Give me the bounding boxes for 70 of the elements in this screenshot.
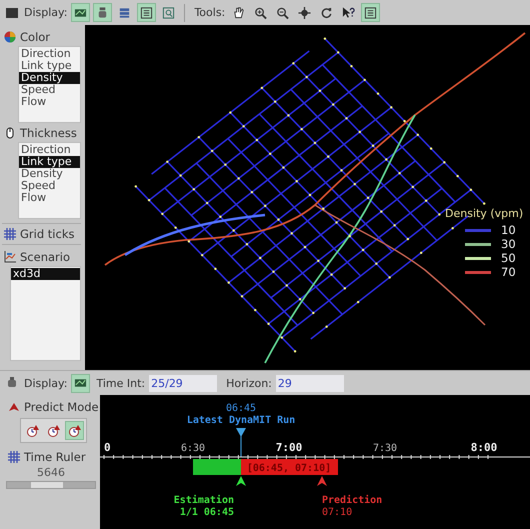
stack-icon — [118, 6, 132, 20]
triangle-icon — [8, 400, 20, 412]
list-option[interactable]: Density — [19, 168, 80, 180]
axis-tick-label: 0 — [104, 441, 111, 454]
rotate-icon — [320, 6, 334, 20]
crosshair-icon — [298, 6, 312, 20]
axis-tick-label: 7:30 — [372, 443, 398, 454]
list-option[interactable]: Direction — [19, 48, 80, 60]
map-button[interactable] — [71, 374, 90, 392]
zoom-window-icon — [162, 6, 176, 20]
grid-ticks-label[interactable]: Grid ticks — [20, 227, 74, 241]
help-pointer-icon — [342, 6, 356, 20]
list-option[interactable]: Speed — [19, 180, 80, 192]
time-ruler-title: Time Ruler — [24, 450, 86, 464]
axis-tick-label: 7:00 — [276, 441, 302, 454]
list-option[interactable]: Flow — [19, 192, 80, 204]
horizon-label: Horizon: — [226, 376, 272, 390]
latest-run-time: 06:45 — [226, 403, 256, 414]
map-button[interactable] — [71, 3, 90, 22]
list-button[interactable] — [137, 3, 156, 22]
display-label: Display: — [24, 376, 68, 390]
predict-mode-title: Predict Mode — [24, 400, 99, 414]
horizon-field[interactable]: 29 — [276, 374, 344, 392]
legend-title: Density (vpm) — [445, 207, 524, 220]
legend-label: 50 — [501, 252, 516, 264]
list-icon — [140, 6, 154, 20]
list-icon — [364, 6, 378, 20]
list-option[interactable]: Link type — [19, 60, 80, 72]
legend-label: 70 — [501, 266, 516, 278]
palette-icon — [4, 30, 16, 42]
predict-mode-button[interactable] — [65, 421, 84, 440]
list-option[interactable]: Direction — [19, 144, 80, 156]
grid-icon — [4, 228, 16, 240]
display-label: Display: — [24, 6, 68, 19]
tools-label: Tools: — [194, 6, 226, 19]
list-option[interactable]: Density — [19, 72, 80, 84]
axis-tick-label: 6:30 — [180, 443, 206, 454]
color-title: Color — [20, 30, 50, 44]
latest-run-label: Latest DynaMIT Run — [186, 415, 296, 426]
chart-icon — [4, 250, 16, 262]
estimation-label: Estimation — [174, 495, 234, 506]
legend-label: 30 — [501, 238, 516, 250]
list-option[interactable]: Flow — [19, 96, 80, 108]
estimation-bar — [193, 459, 241, 475]
list-option[interactable]: xd3d — [11, 268, 80, 280]
legend-label: 10 — [501, 224, 516, 236]
prediction-bar: [06:45, 07:10] — [241, 459, 338, 475]
time-int-field[interactable]: 25/29 — [149, 374, 218, 392]
mouse-icon — [4, 126, 16, 138]
scenario-title: Scenario — [20, 250, 70, 264]
time-ruler-slider[interactable] — [6, 481, 96, 489]
list-option[interactable]: Link type — [19, 156, 80, 168]
axis-tick-label: 8:00 — [470, 441, 498, 454]
zoom-in-icon — [254, 6, 268, 20]
time-int-label: Time Int: — [96, 376, 146, 390]
list-option[interactable]: Speed — [19, 84, 80, 96]
thickness-title: Thickness — [20, 126, 77, 140]
device-icon — [6, 377, 18, 389]
device-button[interactable] — [93, 3, 112, 22]
estimation-marker — [236, 476, 246, 486]
grid-icon — [8, 450, 20, 462]
prediction-time: 07:10 — [322, 507, 352, 518]
prediction-label: Prediction — [322, 495, 382, 506]
latest-run-marker — [236, 428, 246, 458]
zoom-out-icon — [276, 6, 290, 20]
hand-icon — [232, 6, 246, 20]
time-ruler-value: 5646 — [37, 466, 65, 479]
estimation-detail: 1/1 06:45 — [180, 507, 234, 518]
slider-thumb[interactable] — [30, 482, 63, 488]
list-button[interactable] — [361, 3, 380, 22]
